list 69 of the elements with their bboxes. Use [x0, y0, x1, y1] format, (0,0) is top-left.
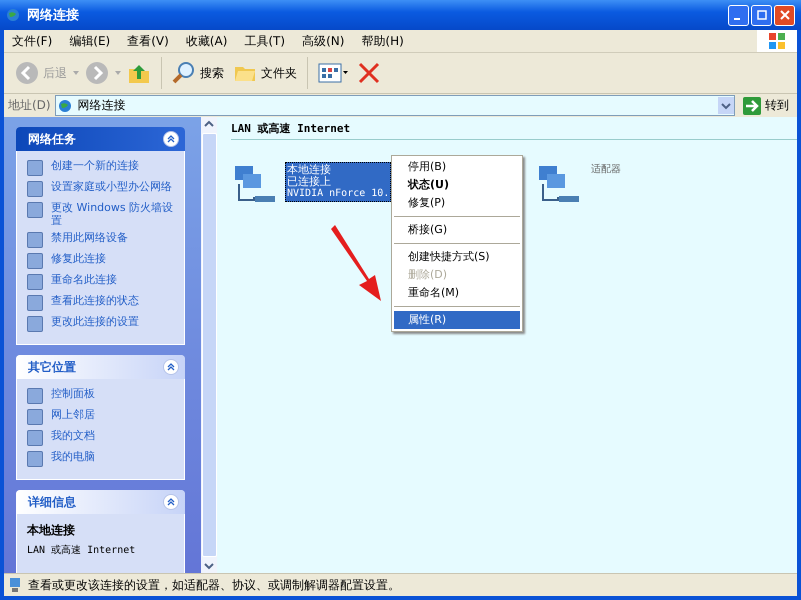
- connection-label[interactable]: 适配器: [589, 162, 623, 178]
- task-link[interactable]: 更改此连接的设置: [27, 315, 180, 332]
- task-icon: [27, 274, 43, 290]
- details-description: LAN 或高速 Internet: [27, 544, 136, 557]
- status-text: 查看或更改该连接的设置，如适配器、协议、或调制解调器配置设置。: [28, 576, 400, 594]
- panel-header[interactable]: 详细信息: [16, 490, 185, 514]
- task-icon: [27, 253, 43, 269]
- task-link[interactable]: 控制面板: [27, 387, 180, 404]
- minimize-icon: [734, 18, 740, 20]
- scrollbar[interactable]: [201, 117, 217, 573]
- context-menu-item[interactable]: 属性(R): [394, 311, 520, 329]
- chevron-icon[interactable]: [163, 359, 179, 375]
- computer-icon: [8, 577, 22, 593]
- globe-icon: [58, 98, 74, 114]
- context-menu-item[interactable]: 桥接(G): [394, 221, 520, 239]
- task-link[interactable]: 我的电脑: [27, 450, 180, 467]
- menu-item[interactable]: 文件(F): [12, 32, 52, 50]
- task-icon: [27, 295, 43, 311]
- task-link[interactable]: 更改 Windows 防火墙设置: [27, 201, 180, 227]
- task-icon: [27, 316, 43, 332]
- menu-item[interactable]: 查看(V): [127, 32, 169, 50]
- task-icon: [27, 409, 43, 425]
- menu-item[interactable]: 收藏(A): [186, 32, 228, 50]
- task-link[interactable]: 重命名此连接: [27, 273, 180, 290]
- task-link[interactable]: 禁用此网络设备: [27, 231, 180, 248]
- details-name: 本地连接: [27, 522, 76, 539]
- globe-icon: [6, 7, 22, 23]
- close-button[interactable]: [774, 4, 795, 26]
- menu-item[interactable]: 高级(N): [302, 32, 344, 50]
- panel-header[interactable]: 其它位置: [16, 355, 185, 379]
- task-icon: [27, 388, 43, 404]
- chevron-icon[interactable]: [163, 131, 179, 147]
- go-button[interactable]: 转到: [739, 96, 793, 114]
- chevron-icon[interactable]: [163, 494, 179, 510]
- address-field[interactable]: 网络连接: [54, 95, 735, 116]
- task-link[interactable]: 查看此连接的状态: [27, 294, 180, 311]
- task-link[interactable]: 我的文档: [27, 429, 180, 446]
- panel-header[interactable]: 网络任务: [16, 127, 185, 151]
- go-arrow-icon: [743, 96, 761, 114]
- context-menu-item[interactable]: 状态(U): [394, 176, 520, 194]
- menu-item[interactable]: 编辑(E): [69, 32, 110, 50]
- task-link[interactable]: 网上邻居: [27, 408, 180, 425]
- search-icon: [172, 61, 196, 85]
- task-icon: [27, 202, 43, 218]
- context-menu-item[interactable]: 停用(B): [394, 158, 520, 176]
- context-menu-item[interactable]: 重命名(M): [394, 284, 520, 302]
- search-button[interactable]: 搜索: [169, 59, 227, 87]
- window-title: 网络连接: [27, 6, 80, 24]
- task-link[interactable]: 设置家庭或小型办公网络: [27, 180, 180, 197]
- task-icon: [27, 232, 43, 248]
- group-heading: LAN 或高速 Internet: [231, 117, 797, 140]
- context-menu-item[interactable]: 创建快捷方式(S): [394, 248, 520, 266]
- maximize-button[interactable]: [751, 4, 772, 26]
- menu-item[interactable]: 帮助(H): [361, 32, 404, 50]
- task-icon: [27, 430, 43, 446]
- context-menu-item[interactable]: 修复(P): [394, 194, 520, 212]
- task-icon: [27, 181, 43, 197]
- windows-logo-icon: [757, 30, 797, 52]
- connection-label[interactable]: 本地连接 已连接上 NVIDIA nForce 10.: [285, 162, 392, 202]
- address-label: 地址(D): [8, 97, 51, 114]
- task-icon: [27, 451, 43, 467]
- maximize-icon: [756, 10, 766, 20]
- task-link[interactable]: 创建一个新的连接: [27, 159, 180, 176]
- menu-item[interactable]: 工具(T): [244, 32, 286, 50]
- close-icon: [780, 10, 790, 20]
- task-icon: [27, 160, 43, 176]
- minimize-button[interactable]: [728, 4, 749, 26]
- folders-button[interactable]: 文件夹: [230, 59, 300, 87]
- task-link[interactable]: 修复此连接: [27, 252, 180, 269]
